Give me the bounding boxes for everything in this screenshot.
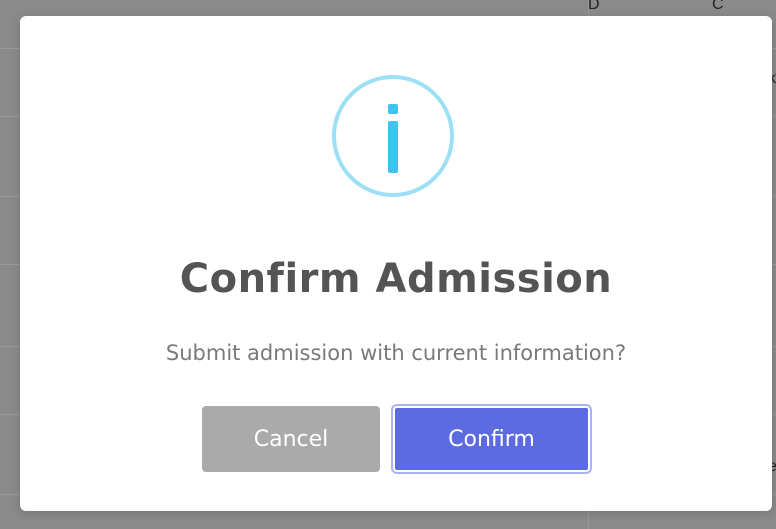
dialog-title: Confirm Admission xyxy=(179,256,613,302)
confirm-dialog: Confirm Admission Submit admission with … xyxy=(20,16,772,511)
info-icon-bar xyxy=(388,121,398,173)
info-icon xyxy=(332,75,454,197)
confirm-button[interactable]: Confirm xyxy=(393,406,590,472)
cancel-button[interactable]: Cancel xyxy=(202,406,380,472)
info-icon-dot xyxy=(388,104,398,114)
dialog-message: Submit admission with current informatio… xyxy=(165,341,627,365)
